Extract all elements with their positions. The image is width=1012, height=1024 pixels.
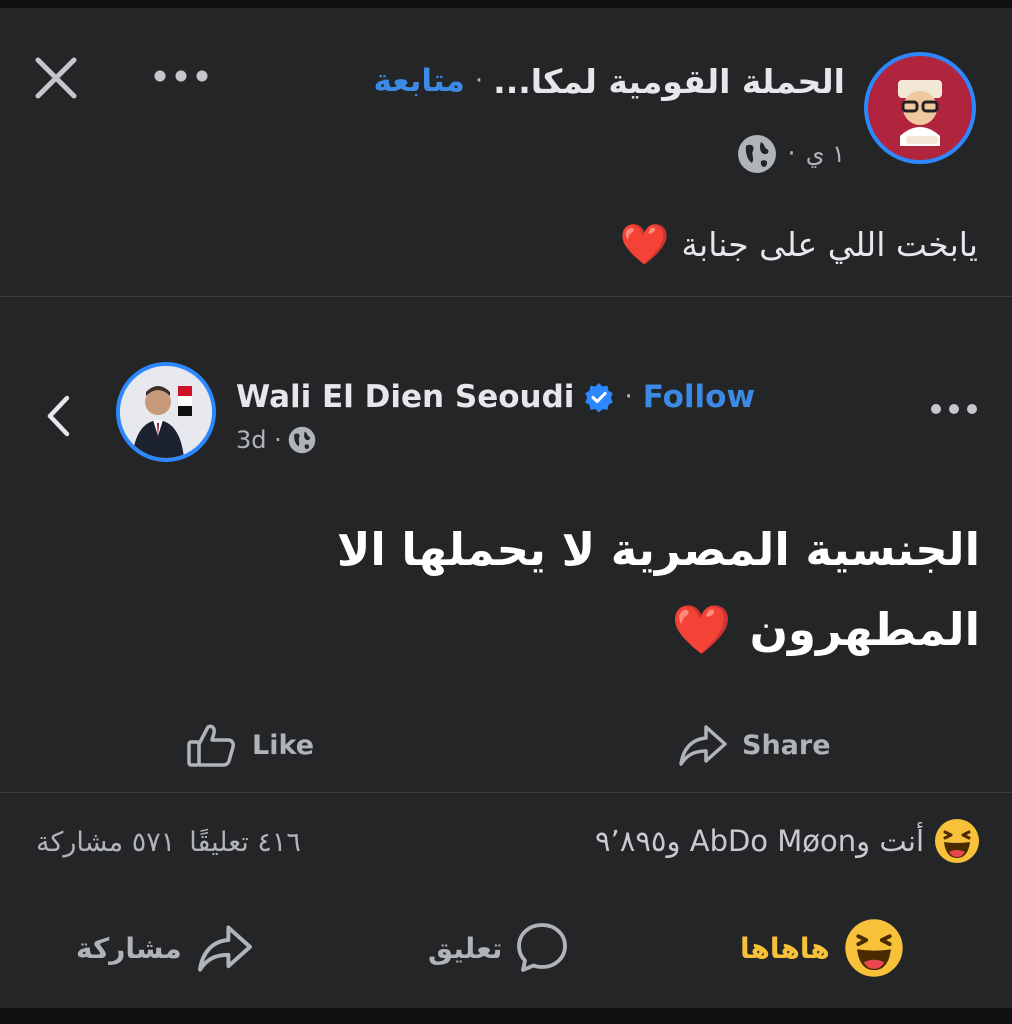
comment-action-label: تعليق <box>428 931 503 965</box>
globe-icon <box>738 135 777 173</box>
shared-post-meta: 3d · <box>236 420 356 460</box>
shares-count[interactable]: ٥٧١ مشاركة <box>36 827 175 858</box>
haha-action-label: هاهاها <box>740 931 830 965</box>
page-name[interactable]: الحملة القومية لمكا... <box>493 62 845 101</box>
page-logo-image <box>868 56 972 160</box>
shared-text-line1: الجنسية المصرية لا يحملها الا <box>336 523 980 576</box>
author-row: Wali El Dien Seoudi · Follow <box>236 372 836 422</box>
haha-reaction-icon <box>845 919 903 977</box>
verified-badge-icon <box>585 383 614 412</box>
post-text-row: ❤️ يابخت اللي على جنابة <box>480 214 978 274</box>
like-label: Like <box>252 729 315 761</box>
shared-post-time: 3d · <box>236 426 282 454</box>
author-avatar[interactable] <box>116 362 216 462</box>
share-label-en: Share <box>742 729 831 761</box>
share-action-button[interactable]: مشاركة <box>76 916 276 980</box>
post-time: ١ ي <box>805 140 845 168</box>
like-button[interactable]: Like <box>186 720 356 770</box>
haha-reaction-button[interactable]: هاهاها <box>740 914 940 982</box>
header-divider <box>0 296 1012 297</box>
reactions-summary[interactable]: أنت وAbDo Møon و٩٬٨٩٥ <box>500 814 980 868</box>
close-icon <box>35 57 77 99</box>
heart-emoji: ❤️ <box>619 221 670 268</box>
follow-button[interactable]: Follow <box>643 379 755 415</box>
shared-text-line2: المطهرون <box>749 603 980 656</box>
shared-post-divider <box>0 792 1012 793</box>
post-card: متابعة · الحملة القومية لمكا... · ١ ي ❤️… <box>0 8 1012 1008</box>
post-text: يابخت اللي على جنابة <box>681 224 978 264</box>
engagement-counts: ٤١٦ تعليقًا ٥٧١ مشاركة <box>36 820 366 864</box>
shared-post-text: الجنسية المصرية لا يحملها الا ❤️ المطهرو… <box>160 510 980 670</box>
comment-bubble-icon <box>517 923 568 972</box>
meta-separator: · <box>787 139 796 169</box>
reactions-text: أنت وAbDo Møon و٩٬٨٩٥ <box>594 824 924 858</box>
chevron-left-icon <box>47 395 70 437</box>
share-arrow-icon <box>197 925 252 972</box>
more-icon <box>154 70 208 82</box>
haha-reaction-icon <box>935 819 979 863</box>
header-separator: · <box>474 66 484 96</box>
follow-page-link[interactable]: متابعة <box>373 63 464 99</box>
post-meta: · ١ ي <box>715 132 845 176</box>
author-photo <box>120 366 212 458</box>
share-arrow-icon <box>679 725 727 766</box>
header-title-row: متابعة · الحملة القومية لمكا... <box>290 56 845 106</box>
close-button[interactable] <box>28 50 84 106</box>
page-avatar[interactable] <box>864 52 976 164</box>
shared-text-line2-row: ❤️ المطهرون <box>160 590 980 670</box>
share-action-label: مشاركة <box>76 931 182 965</box>
comments-count[interactable]: ٤١٦ تعليقًا <box>189 827 301 858</box>
heart-emoji: ❤️ <box>671 602 732 658</box>
comment-action-button[interactable]: تعليق <box>428 916 598 980</box>
more-icon <box>931 404 977 414</box>
globe-icon <box>288 426 316 454</box>
author-separator: · <box>624 382 633 412</box>
thumbs-up-icon <box>187 724 235 767</box>
shared-more-button[interactable] <box>924 394 984 424</box>
share-button-en[interactable]: Share <box>678 720 868 770</box>
more-options-button[interactable] <box>148 56 214 96</box>
back-button[interactable] <box>36 388 80 444</box>
author-name[interactable]: Wali El Dien Seoudi <box>236 379 574 415</box>
